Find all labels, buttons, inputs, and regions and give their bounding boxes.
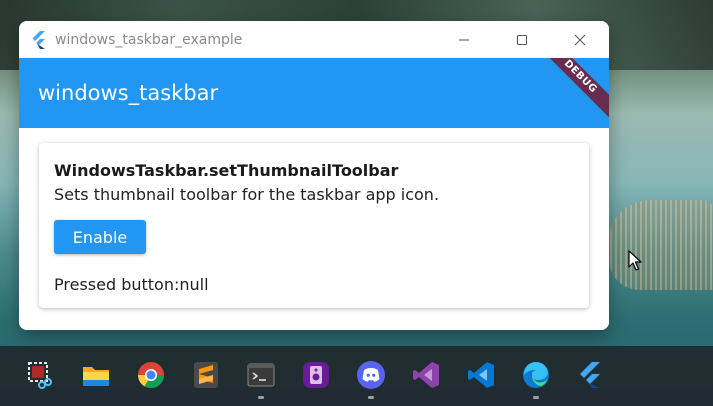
file-explorer-icon <box>83 367 109 386</box>
card-title: WindowsTaskbar.setThumbnailToolbar <box>54 161 399 180</box>
taskbar-file-explorer[interactable] <box>81 360 111 390</box>
app-bar: windows_taskbar DEBUG <box>19 58 609 128</box>
main-content: WindowsTaskbar.setThumbnailToolbar Sets … <box>19 128 609 330</box>
minimize-icon <box>459 39 469 40</box>
flutter-logo-icon <box>32 30 45 49</box>
desktop-background: windows_taskbar_example windows_taskbar … <box>0 0 713 406</box>
taskbar-sublime-text[interactable] <box>191 360 221 390</box>
visual-studio-icon <box>413 362 439 388</box>
taskbar <box>0 346 713 406</box>
vscode-icon <box>468 362 494 388</box>
taskbar-vscode[interactable] <box>466 360 496 390</box>
card-description: Sets thumbnail toolbar for the taskbar a… <box>54 185 440 204</box>
taskbar-edge[interactable] <box>521 360 551 399</box>
taskbar-flutter-app[interactable] <box>576 360 606 390</box>
media-app-icon <box>303 362 329 388</box>
taskbar-chrome[interactable] <box>136 360 166 390</box>
terminal-running-indicator <box>258 396 264 399</box>
window-titlebar[interactable]: windows_taskbar_example <box>19 21 609 58</box>
pressed-button-status: Pressed button:null <box>54 275 209 294</box>
terminal-icon <box>247 363 275 387</box>
discord-running-indicator <box>368 396 374 399</box>
close-button[interactable] <box>551 21 609 58</box>
appbar-title: windows_taskbar <box>38 81 219 105</box>
window-title: windows_taskbar_example <box>55 31 243 48</box>
flutter-app-icon <box>580 362 600 388</box>
maximize-button[interactable] <box>493 21 551 58</box>
taskbar-discord[interactable] <box>356 360 386 399</box>
minimize-button[interactable] <box>435 21 493 58</box>
snipping-tool-icon <box>28 362 52 389</box>
enable-button[interactable]: Enable <box>54 220 146 254</box>
maximize-icon <box>517 34 527 45</box>
window-controls <box>435 21 609 58</box>
sublime-text-icon <box>194 362 218 388</box>
taskbar-media-app[interactable] <box>301 360 331 390</box>
taskbar-terminal[interactable] <box>246 360 276 399</box>
edge-running-indicator <box>533 396 539 399</box>
taskbar-snipping-tool[interactable] <box>26 360 56 390</box>
thumbnail-toolbar-card: WindowsTaskbar.setThumbnailToolbar Sets … <box>39 143 589 308</box>
mouse-cursor-icon <box>628 250 642 271</box>
debug-banner: DEBUG <box>535 58 609 122</box>
close-icon <box>574 34 586 45</box>
app-window: windows_taskbar_example windows_taskbar … <box>19 21 609 330</box>
taskbar-visual-studio[interactable] <box>411 360 441 390</box>
discord-icon <box>357 361 385 389</box>
edge-icon <box>523 361 549 388</box>
chrome-icon <box>137 362 165 389</box>
